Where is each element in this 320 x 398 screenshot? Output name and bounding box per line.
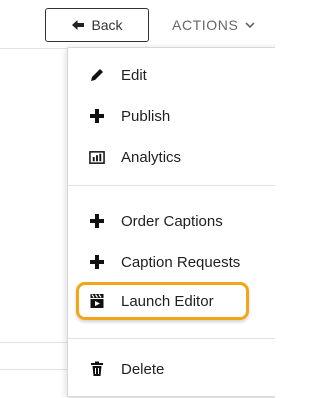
plus-icon: [89, 213, 105, 229]
menu-item-analytics[interactable]: Analytics: [68, 139, 275, 175]
menu-divider: [68, 185, 275, 186]
menu-divider: [68, 338, 275, 339]
menu-item-label: Delete: [121, 360, 165, 378]
menu-item-caption-requests[interactable]: Caption Requests: [68, 244, 275, 280]
arrow-left-icon: [71, 18, 85, 32]
video-editor-icon: [89, 293, 105, 309]
background-divider: [0, 342, 67, 343]
menu-item-label: Publish: [121, 107, 171, 125]
actions-dropdown-button[interactable]: ACTIONS: [172, 8, 256, 42]
trash-icon: [89, 361, 105, 377]
plus-icon: [89, 254, 105, 270]
pencil-icon: [89, 67, 105, 83]
menu-item-label: Edit: [121, 66, 147, 84]
menu-item-publish[interactable]: Publish: [68, 98, 275, 134]
menu-item-order-captions[interactable]: Order Captions: [68, 203, 275, 239]
background-divider: [0, 48, 67, 49]
back-label: Back: [91, 17, 123, 33]
actions-menu: Edit Publish Analytics Order Captions Ca…: [67, 47, 275, 397]
menu-item-label: Launch Editor: [121, 292, 214, 310]
menu-item-label: Analytics: [121, 148, 182, 166]
actions-label: ACTIONS: [172, 17, 239, 33]
page: Back ACTIONS Edit Publish Analytics Orde…: [0, 0, 275, 398]
analytics-icon: [89, 149, 105, 165]
menu-item-launch-editor[interactable]: Launch Editor: [68, 283, 275, 319]
menu-item-delete[interactable]: Delete: [68, 351, 275, 387]
back-button[interactable]: Back: [45, 8, 149, 42]
menu-item-label: Caption Requests: [121, 253, 241, 271]
chevron-down-icon: [244, 19, 256, 31]
menu-item-label: Order Captions: [121, 212, 223, 230]
background-divider: [0, 369, 67, 370]
plus-icon: [89, 108, 105, 124]
menu-item-edit[interactable]: Edit: [68, 57, 275, 93]
